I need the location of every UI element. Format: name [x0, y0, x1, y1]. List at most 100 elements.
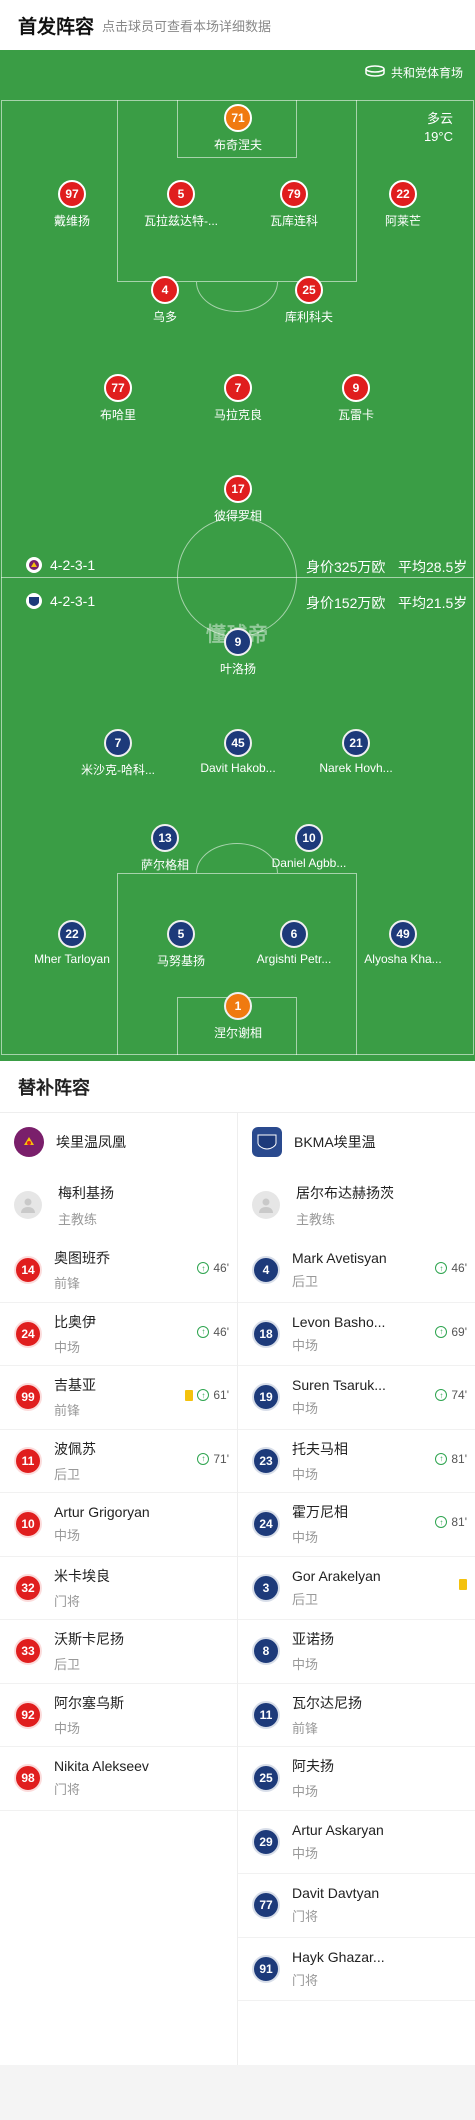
away-sub-name: Artur Askaryan [292, 1821, 384, 1838]
sub-in-minute: 69' [451, 1324, 467, 1339]
away-sub-row[interactable]: 3 Gor Arakelyan 后卫 [238, 1557, 475, 1620]
away-sub-position: 前锋 [292, 1720, 319, 1736]
away-average-age: 平均21.5岁 [398, 595, 468, 611]
home-player[interactable]: 79 瓦库连科 [239, 180, 349, 229]
away-sub-row[interactable]: 23 托夫马相 中场 ↑ 81' [238, 1430, 475, 1493]
sub-in-icon: ↑ [197, 1452, 210, 1465]
home-team-logo-icon [26, 557, 42, 573]
away-sub-row[interactable]: 18 Levon Basho... 中场 ↑ 69' [238, 1303, 475, 1366]
away-player[interactable]: 9 叶洛扬 [183, 628, 293, 677]
away-player[interactable]: 22 Mher Tarloyan [17, 920, 127, 966]
home-player[interactable]: 71 布奇涅夫 [183, 104, 293, 153]
stadium-name: 共和党体育场 [390, 66, 463, 80]
away-coach-role: 主教练 [296, 1211, 336, 1227]
away-sub-position: 后卫 [292, 1591, 319, 1607]
home-sub-row[interactable]: 10 Artur Grigoryan 中场 [0, 1493, 237, 1557]
away-sub-details: Davit Davtyan 门将 [292, 1885, 402, 1925]
away-sub-row[interactable]: 24 霍万尼相 中场 ↑ 81' [238, 1493, 475, 1557]
sub-in-icon: ↑ [197, 1262, 210, 1274]
away-sub-details: 亚诺扬 中场 [292, 1629, 402, 1673]
home-sub-row[interactable]: 24 比奥伊 中场 ↑ 46' [0, 1303, 237, 1366]
sub-in-minute: 46' [213, 1324, 229, 1339]
home-average-age: 平均28.5岁 [398, 559, 468, 575]
away-sub-name: 霍万尼相 [292, 1504, 348, 1521]
home-player-number: 97 [58, 180, 86, 208]
away-sub-row[interactable]: 77 Davit Davtyan 门将 [238, 1874, 475, 1938]
home-sub-row[interactable]: 33 沃斯卡尼扬 后卫 [0, 1620, 237, 1684]
stadium: 共和党体育场 [365, 64, 463, 81]
home-player[interactable]: 17 彼得罗相 [183, 475, 293, 524]
away-player[interactable]: 6 Argishti Petr... [239, 920, 349, 966]
pitch: 共和党体育场 多云 19°C 懂球帝 4-2-3-1 身价325万欧 平均28.… [0, 50, 475, 1061]
home-player[interactable]: 77 布哈里 [63, 374, 173, 423]
sub-events: ↑ 81' [435, 1452, 467, 1466]
away-player-number: 1 [224, 992, 252, 1020]
home-sub-row[interactable]: 11 波佩苏 后卫 ↑ 71' [0, 1430, 237, 1493]
away-sub-position: 中场 [292, 1337, 319, 1353]
home-subs-column: 埃里温凤凰 梅利基扬 主教练 14 奥图班乔 前锋 ↑ 46' 24 比奥伊 中场 ↑ 46' 99… [0, 1113, 237, 2065]
home-sub-row[interactable]: 98 Nikita Alekseev 门将 [0, 1747, 237, 1811]
home-player[interactable]: 97 戴维扬 [17, 180, 127, 229]
away-sub-details: 阿夫扬 中场 [292, 1756, 402, 1800]
away-sub-details: 霍万尼相 中场 [292, 1502, 402, 1546]
away-player-name: Narek Hovh... [319, 761, 393, 775]
home-player-name: 彼得罗相 [213, 509, 262, 523]
away-sub-name: Levon Basho... [292, 1313, 386, 1330]
away-sub-row[interactable]: 91 Hayk Ghazar... 门将 [238, 1938, 475, 2001]
away-sub-number: 4 [252, 1256, 280, 1285]
away-player[interactable]: 1 涅尔谢相 [183, 992, 293, 1041]
away-player[interactable]: 21 Narek Hovh... [301, 729, 411, 775]
home-player-number: 4 [151, 276, 179, 304]
home-player[interactable]: 4 乌多 [110, 276, 220, 325]
sub-in-minute: 46' [451, 1261, 467, 1275]
home-coach[interactable]: 梅利基扬 主教练 [0, 1171, 237, 1239]
away-sub-name: 阿夫扬 [292, 1758, 334, 1775]
sub-events: ↑ 46' [435, 1261, 467, 1275]
away-team-name: BKMA埃里温 [294, 1134, 376, 1150]
home-player[interactable]: 9 瓦雷卡 [301, 374, 411, 423]
home-player[interactable]: 25 库利科夫 [254, 276, 364, 325]
home-sub-position: 后卫 [54, 1466, 81, 1482]
home-sub-details: 吉基亚 前锋 [54, 1375, 164, 1419]
sub-in-minute: 81' [451, 1515, 467, 1529]
page-subtitle: 点击球员可查看本场详细数据 [102, 18, 272, 34]
away-player-name: 萨尔格相 [140, 858, 189, 872]
away-coach[interactable]: 居尔布达赫扬茨 主教练 [238, 1171, 475, 1239]
home-sub-row[interactable]: 32 米卡埃良 门将 [0, 1557, 237, 1620]
sub-in-icon: ↑ [435, 1262, 448, 1274]
away-sub-row[interactable]: 4 Mark Avetisyan 后卫 ↑ 46' [238, 1239, 475, 1303]
away-player[interactable]: 7 米沙克-哈科... [63, 729, 173, 778]
away-player-number: 6 [280, 920, 308, 948]
home-sub-position: 前锋 [54, 1403, 81, 1419]
home-sub-number: 98 [14, 1764, 42, 1793]
home-player[interactable]: 5 瓦拉兹达特-... [126, 180, 236, 229]
away-sub-row[interactable]: 29 Artur Askaryan 中场 [238, 1811, 475, 1874]
away-sub-position: 中场 [292, 1784, 319, 1800]
home-sub-row[interactable]: 92 阿尔塞乌斯 中场 [0, 1684, 237, 1747]
away-sub-row[interactable]: 19 Suren Tsaruk... 中场 ↑ 74' [238, 1366, 475, 1430]
away-player[interactable]: 10 Daniel Agbb... [254, 824, 364, 870]
home-player[interactable]: 7 马拉克良 [183, 374, 293, 423]
away-sub-row[interactable]: 8 亚诺扬 中场 [238, 1620, 475, 1684]
home-sub-row[interactable]: 99 吉基亚 前锋 ↑ 61' [0, 1366, 237, 1430]
away-sub-row[interactable]: 11 瓦尔达尼扬 前锋 [238, 1684, 475, 1747]
home-player-number: 7 [224, 374, 252, 402]
away-player-number: 21 [342, 729, 370, 757]
home-player-number: 79 [280, 180, 308, 208]
away-team-row[interactable]: BKMA埃里温 [238, 1113, 475, 1171]
sub-in-icon: ↑ [435, 1516, 448, 1528]
home-player-number: 9 [342, 374, 370, 402]
away-player-number: 49 [389, 920, 417, 948]
home-sub-number: 99 [14, 1383, 42, 1412]
away-player[interactable]: 49 Alyosha Kha... [348, 920, 458, 966]
away-player-name: Davit Hakob... [200, 761, 276, 775]
home-team-row[interactable]: 埃里温凤凰 [0, 1113, 237, 1171]
home-player[interactable]: 22 阿莱芒 [348, 180, 458, 229]
away-sub-number: 11 [252, 1700, 280, 1729]
away-player[interactable]: 13 萨尔格相 [110, 824, 220, 873]
away-player[interactable]: 5 马努基扬 [126, 920, 236, 969]
away-player[interactable]: 45 Davit Hakob... [183, 729, 293, 775]
away-sub-row[interactable]: 25 阿夫扬 中场 [238, 1747, 475, 1811]
away-sub-details: Hayk Ghazar... 门将 [292, 1949, 402, 1989]
home-sub-row[interactable]: 14 奥图班乔 前锋 ↑ 46' [0, 1239, 237, 1303]
